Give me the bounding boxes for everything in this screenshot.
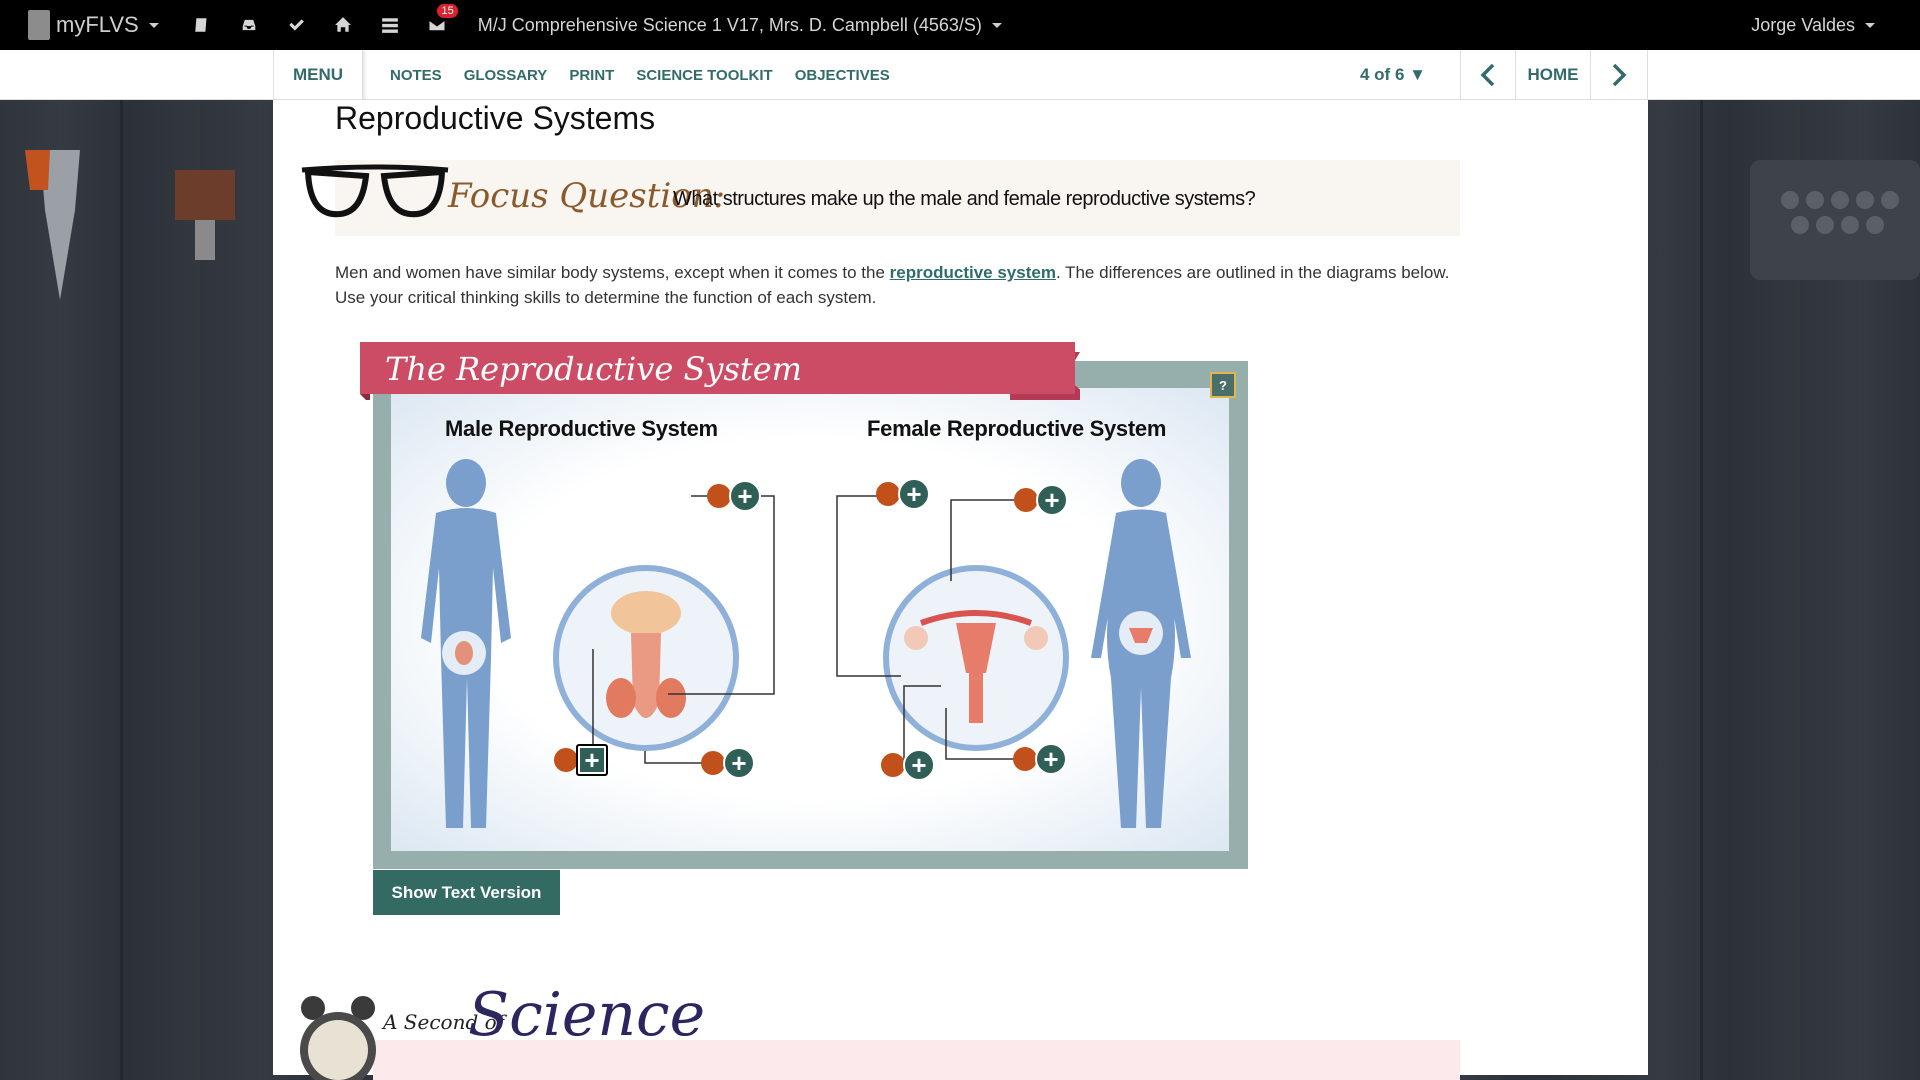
print-link[interactable]: PRINT <box>569 67 614 84</box>
second-of-science-title: Science <box>468 980 706 1050</box>
lesson-navbar: MENU NOTES GLOSSARY PRINT SCIENCE TOOLKI… <box>0 50 1920 100</box>
male-hotspot-1[interactable]: + <box>707 480 761 512</box>
male-system-label: Male Reproductive System <box>445 416 718 441</box>
plus-icon: + <box>729 480 761 512</box>
chevron-down-icon <box>991 22 1002 28</box>
diagram-connectors <box>571 495 1019 764</box>
plus-icon: + <box>903 749 935 781</box>
diagram-canvas: + + + + + + + <box>391 388 1229 851</box>
chevron-down-icon <box>1865 22 1875 28</box>
alarm-clock-icon <box>300 996 376 1080</box>
help-button[interactable]: ? <box>1210 372 1236 398</box>
previous-page-button[interactable] <box>1460 50 1515 100</box>
home-button[interactable]: HOME <box>1515 50 1590 100</box>
objectives-link[interactable]: OBJECTIVES <box>795 67 890 84</box>
hotspot-dot-icon <box>707 484 731 508</box>
typewriter-decoration <box>1750 160 1920 280</box>
female-system-label: Female Reproductive System <box>867 416 1167 441</box>
plus-icon: + <box>1036 484 1068 516</box>
male-hotspot-3[interactable]: + <box>701 747 755 779</box>
user-name: Jorge Valdes <box>1751 14 1855 35</box>
glasses-icon <box>301 164 449 218</box>
book-icon[interactable] <box>191 14 213 36</box>
user-menu[interactable]: Jorge Valdes <box>1751 0 1875 50</box>
intro-paragraph: Men and women have similar body systems,… <box>335 260 1465 310</box>
mail-icon[interactable]: 15 <box>426 4 458 36</box>
female-hotspot-3[interactable]: + <box>881 749 935 781</box>
focus-question-text: What structures make up the male and fem… <box>673 188 1256 210</box>
lesson-content: Reproductive Systems Focus Question: Wha… <box>273 100 1648 1080</box>
inbox-icon[interactable] <box>238 14 260 36</box>
show-text-version-button[interactable]: Show Text Version <box>373 870 560 915</box>
diagram-title: The Reproductive System <box>385 350 802 388</box>
hotspot-dot-icon <box>1014 488 1038 512</box>
intro-text-start: Men and women have similar body systems,… <box>335 263 890 282</box>
page-title: Reproductive Systems <box>335 100 656 136</box>
coil-decoration <box>175 170 235 260</box>
next-page-button[interactable] <box>1590 50 1648 100</box>
notes-link[interactable]: NOTES <box>390 67 442 84</box>
female-hotspot-4[interactable]: + <box>1013 743 1067 775</box>
female-hotspot-2[interactable]: + <box>1014 484 1068 516</box>
course-selector[interactable]: M/J Comprehensive Science 1 V17, Mrs. D.… <box>478 15 1002 36</box>
course-title: M/J Comprehensive Science 1 V17, Mrs. D.… <box>477 14 982 35</box>
check-icon[interactable] <box>285 14 307 36</box>
top-navbar: myFLVS 15 M/J Comprehensive Science 1 V1… <box>0 0 1920 50</box>
chevron-down-icon <box>148 22 159 28</box>
hotspot-dot-icon <box>876 482 900 506</box>
chevron-right-icon <box>1612 63 1627 87</box>
brand-menu[interactable]: myFLVS <box>28 0 159 50</box>
chevron-left-icon <box>1480 63 1495 87</box>
notification-badge: 15 <box>437 4 458 18</box>
page-selector[interactable]: 4 of 6 ▼ <box>1360 50 1426 100</box>
hotspot-dot-icon <box>881 753 905 777</box>
hotspot-dot-icon <box>554 748 578 772</box>
hotspot-dot-icon <box>1013 747 1037 771</box>
plus-icon: + <box>576 744 608 776</box>
brand-name: myFLVS <box>56 12 139 37</box>
hotspot-dot-icon <box>701 751 725 775</box>
science-toolkit-link[interactable]: SCIENCE TOOLKIT <box>636 67 772 84</box>
reproductive-system-glossary-link[interactable]: reproductive system <box>890 263 1056 282</box>
female-hotspot-1[interactable]: + <box>876 478 930 510</box>
flvs-logo-icon <box>28 10 50 40</box>
menu-button[interactable]: MENU <box>273 50 363 100</box>
male-hotspot-2[interactable]: + <box>554 744 608 776</box>
plus-icon: + <box>1035 743 1067 775</box>
home-icon[interactable] <box>332 14 354 36</box>
glossary-link[interactable]: GLOSSARY <box>464 67 548 84</box>
list-icon[interactable] <box>379 14 401 36</box>
plus-icon: + <box>723 747 755 779</box>
pliers-decoration <box>25 150 80 300</box>
plus-icon: + <box>898 478 930 510</box>
lesson-links: NOTES GLOSSARY PRINT SCIENCE TOOLKIT OBJ… <box>390 50 912 100</box>
